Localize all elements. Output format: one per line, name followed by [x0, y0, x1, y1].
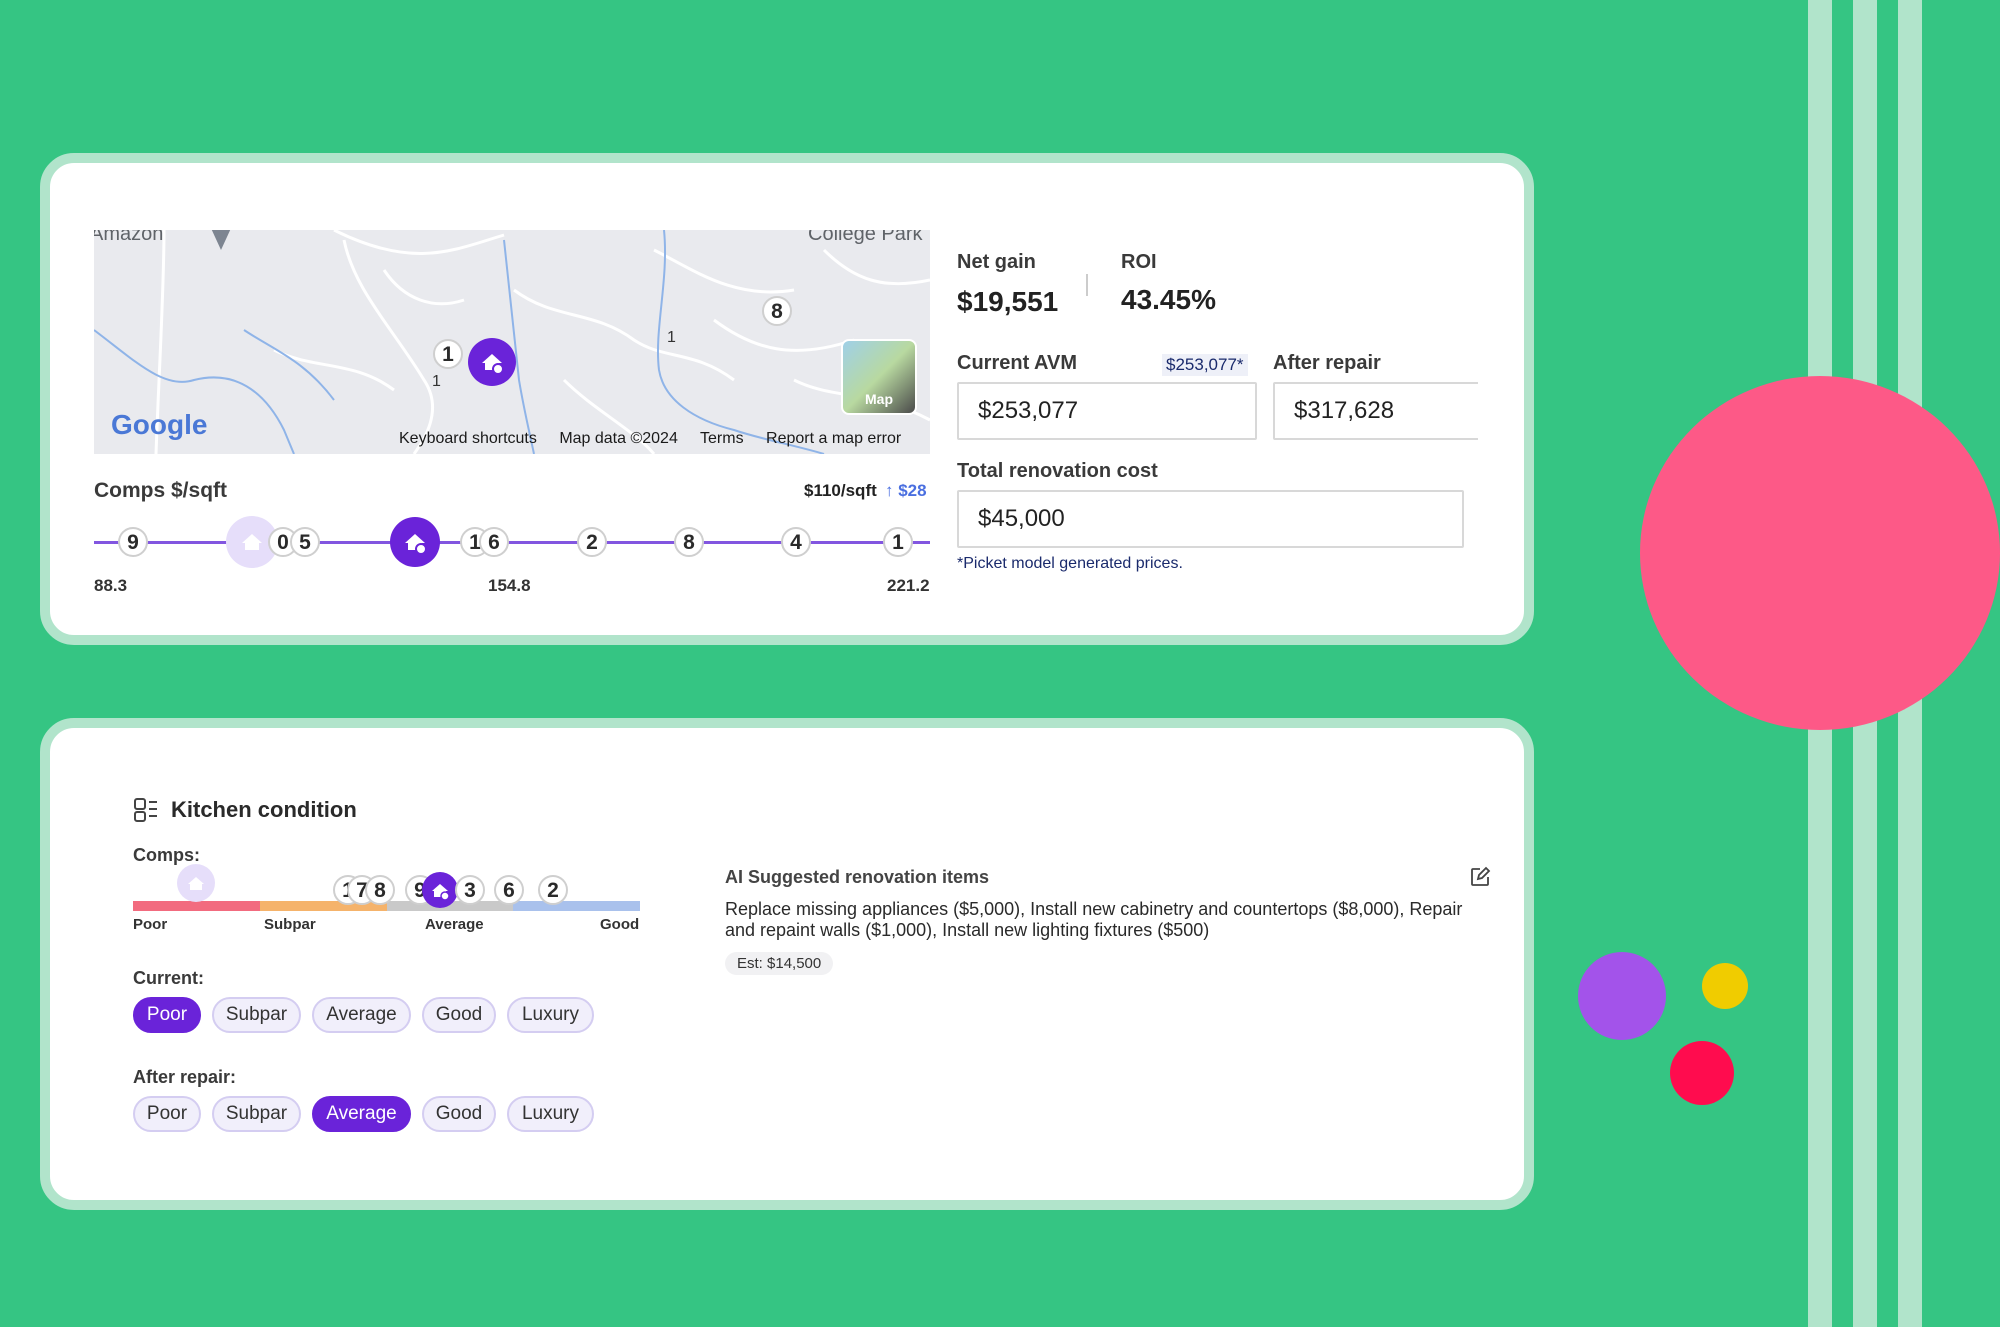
after-repair-option-good[interactable]: Good: [422, 1096, 496, 1132]
net-gain-label: Net gain: [957, 251, 1036, 273]
after-repair-option-average[interactable]: Average: [312, 1096, 411, 1132]
map-type-label: Map: [865, 391, 893, 407]
ai-suggestions-text: Replace missing appliances ($5,000), Ins…: [725, 899, 1463, 940]
comp-node[interactable]: 1: [883, 527, 913, 557]
current-avm-badge: $253,077*: [1162, 354, 1248, 376]
kitchen-appliance-icon: [134, 798, 157, 822]
map-view[interactable]: Amazon College Park 1 1 8 1 Google Map K…: [94, 230, 930, 454]
kitchen-comp-node[interactable]: 2: [538, 875, 568, 905]
comps-sqft-title: Comps $/sqft: [94, 479, 228, 502]
comp-node[interactable]: 8: [674, 527, 704, 557]
comp-node[interactable]: 4: [781, 527, 811, 557]
map-marker[interactable]: 8: [762, 296, 792, 326]
scale-segment-poor: [133, 901, 260, 911]
house-check-icon: [432, 884, 450, 901]
scale-segment-good: [513, 901, 640, 911]
roi-value: 43.45%: [1121, 284, 1216, 315]
comp-node[interactable]: 5: [290, 527, 320, 557]
scale-label-subpar: Subpar: [264, 916, 316, 933]
kitchen-condition-card: Kitchen condition Comps: 1 7 8 9 3 6 2 P…: [40, 718, 1534, 1210]
current-option-subpar[interactable]: Subpar: [212, 997, 301, 1033]
net-gain-value: $19,551: [957, 286, 1059, 317]
map-footer: Keyboard shortcuts Map data ©2024 Terms …: [399, 430, 901, 448]
comps-scale-mid: 154.8: [488, 576, 531, 595]
terms-link[interactable]: Terms: [700, 430, 744, 447]
decor-circle-purple: [1578, 952, 1666, 1040]
map-type-toggle[interactable]: Map: [841, 339, 917, 415]
current-option-poor[interactable]: Poor: [133, 997, 201, 1033]
subject-property-pin[interactable]: [468, 338, 516, 386]
current-condition-label: Current:: [133, 968, 204, 988]
decor-circle-red: [1670, 1041, 1734, 1105]
property-analysis-card: Amazon College Park 1 1 8 1 Google Map K…: [40, 153, 1534, 645]
keyboard-shortcuts-link[interactable]: Keyboard shortcuts: [399, 430, 537, 447]
current-option-luxury[interactable]: Luxury: [507, 997, 594, 1033]
kitchen-subject-pin[interactable]: [422, 872, 458, 908]
after-repair-option-subpar[interactable]: Subpar: [212, 1096, 301, 1132]
current-option-good[interactable]: Good: [422, 997, 496, 1033]
house-check-icon: [188, 877, 204, 890]
decor-circle-pink: [1640, 376, 2000, 730]
report-map-error-link[interactable]: Report a map error: [766, 430, 901, 447]
after-repair-label: After repair: [1273, 352, 1381, 374]
comp-node[interactable]: 9: [118, 527, 148, 557]
current-avm-input[interactable]: $253,077: [957, 382, 1257, 440]
comps-label: Comps:: [133, 845, 200, 865]
renovation-estimate-badge: Est: $14,500: [725, 952, 834, 975]
map-data-text: Map data ©2024: [559, 430, 678, 447]
after-repair-condition-label: After repair:: [133, 1067, 237, 1087]
map-marker-sub: 1: [432, 373, 441, 390]
after-repair-option-luxury[interactable]: Luxury: [507, 1096, 594, 1132]
kitchen-condition-title: Kitchen condition: [171, 797, 357, 822]
kitchen-comp-node[interactable]: 6: [494, 875, 524, 905]
map-marker-sub: 1: [667, 329, 676, 346]
edit-icon[interactable]: [1469, 866, 1491, 888]
kitchen-comp-node[interactable]: 3: [455, 875, 485, 905]
comps-scale-min: 88.3: [94, 576, 128, 595]
ai-suggestions-title: AI Suggested renovation items: [725, 867, 990, 887]
house-check-icon: [405, 534, 427, 555]
kitchen-comp-node[interactable]: 8: [365, 875, 395, 905]
scale-label-good: Good: [600, 916, 640, 933]
house-check-icon: [482, 354, 504, 375]
map-pin-icon: [210, 230, 232, 250]
roi-label: ROI: [1121, 251, 1157, 273]
scale-label-average: Average: [425, 916, 484, 933]
subject-comp-pin[interactable]: [390, 517, 440, 567]
comp-node[interactable]: 6: [479, 527, 509, 557]
price-delta: ↑ $28: [885, 481, 927, 500]
after-repair-option-poor[interactable]: Poor: [133, 1096, 201, 1132]
price-per-sqft: $110/sqft: [804, 481, 877, 500]
total-renovation-input[interactable]: $45,000: [957, 490, 1464, 548]
summary-divider: [1086, 274, 1088, 296]
after-repair-input[interactable]: $317,628: [1273, 382, 1478, 440]
map-place-label-amazon: Amazon: [94, 230, 164, 245]
current-avm-label: Current AVM: [957, 352, 1077, 374]
scale-label-poor: Poor: [133, 916, 168, 933]
map-place-label-college-park: College Park: [808, 230, 923, 245]
comps-scale-max: 221.2: [887, 576, 930, 595]
map-marker[interactable]: 1: [433, 339, 463, 369]
comp-node[interactable]: 2: [577, 527, 607, 557]
google-logo: Google: [111, 409, 208, 440]
current-option-average[interactable]: Average: [312, 997, 411, 1033]
kitchen-comp-ghost-pin[interactable]: [177, 864, 215, 902]
after-repair-clip: $317,628: [1273, 382, 1478, 440]
decor-circle-yellow: [1702, 963, 1748, 1009]
pricing-footnote: *Picket model generated prices.: [957, 555, 1183, 572]
total-renovation-label: Total renovation cost: [957, 460, 1158, 482]
